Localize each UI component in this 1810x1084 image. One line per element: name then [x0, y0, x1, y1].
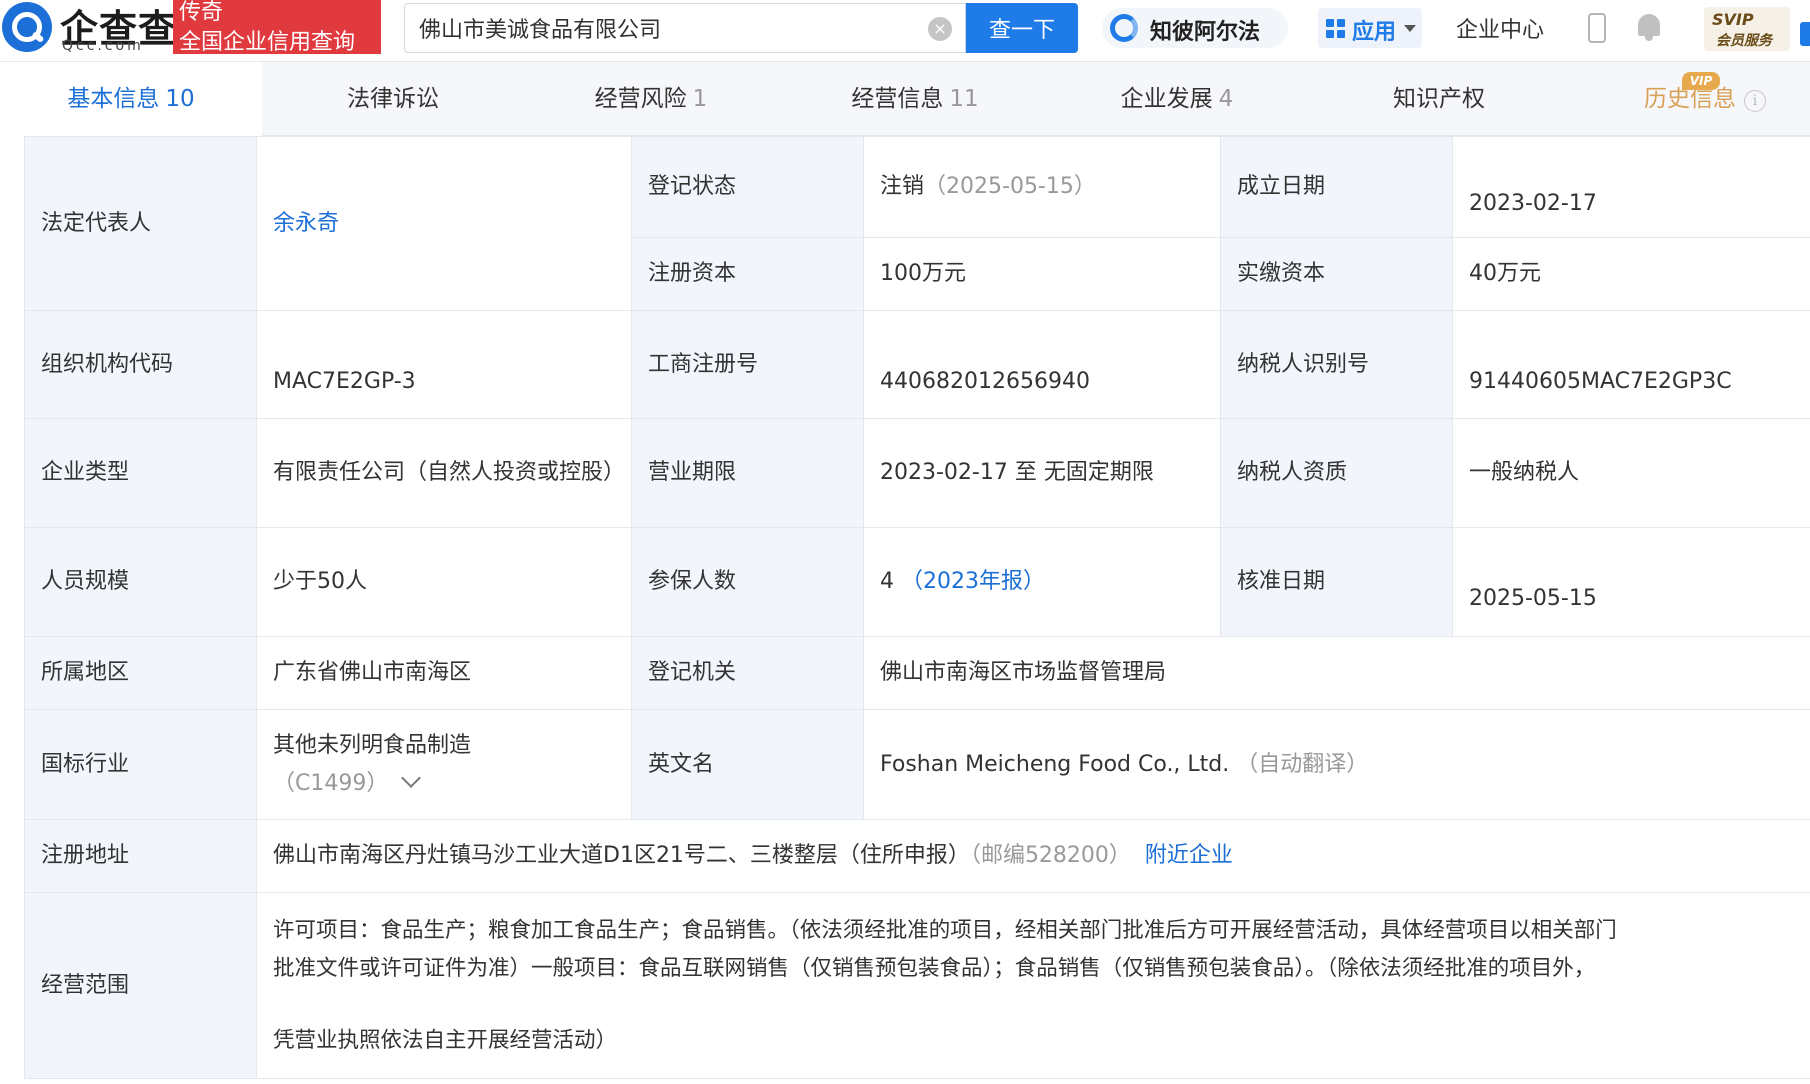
tab-basic-info[interactable]: 基本信息 10: [0, 62, 262, 136]
address-label: 注册地址: [24, 819, 257, 893]
reg-authority-label: 登记机关: [631, 636, 864, 710]
mobile-phone-icon[interactable]: [1588, 13, 1606, 43]
insured-report-link[interactable]: （2023年报）: [901, 569, 1045, 594]
info-icon[interactable]: i: [1744, 90, 1766, 112]
tab-legal[interactable]: 法律诉讼: [262, 62, 524, 136]
search-button[interactable]: 查一下: [966, 3, 1078, 53]
biz-reg-no-label: 工商注册号: [631, 310, 864, 419]
english-name-label: 英文名: [631, 709, 864, 820]
paid-capital-label: 实缴资本: [1220, 237, 1453, 311]
caret-down-icon: [1404, 25, 1416, 32]
reg-capital-value: 100万元: [863, 237, 1221, 311]
chevron-down-icon[interactable]: [401, 767, 422, 788]
scope-line-2: 批准文件或许可证件为准）一般项目：食品互联网销售（仅销售预包装食品）；食品销售（…: [273, 955, 1596, 981]
scope-cell: 许可项目：食品生产；粮食加工食品生产；食品销售。（依法须经批准的项目，经相关部门…: [256, 892, 1810, 1079]
reg-status-label: 登记状态: [631, 136, 864, 238]
zhibi-logo-icon: [1110, 14, 1138, 42]
bell-icon[interactable]: [1636, 12, 1662, 42]
clear-icon[interactable]: ×: [928, 17, 952, 41]
reg-status-value: 注销: [880, 174, 925, 199]
search-input[interactable]: [419, 12, 919, 44]
promo-line2: 全国企业信用查询: [179, 30, 356, 54]
insured-value: 4: [880, 569, 894, 594]
staff-size-label: 人员规模: [24, 527, 257, 637]
biz-term-value: 2023-02-17 至 无固定期限: [863, 418, 1221, 528]
approve-date-value: 2025-05-15: [1452, 527, 1810, 637]
nearby-companies-link[interactable]: 附近企业: [1145, 843, 1233, 868]
tab-risk[interactable]: 经营风险 1: [520, 62, 782, 136]
biz-term-label: 营业期限: [631, 418, 864, 528]
industry-value: 其他未列明食品制造: [273, 732, 472, 758]
logo-domain: Qcc.com: [62, 38, 144, 54]
promo-banner[interactable]: 传奇 全国企业信用查询: [173, 0, 381, 54]
biz-reg-no-value: 440682012656940: [863, 310, 1221, 419]
apps-grid-icon: [1326, 19, 1346, 39]
reg-capital-label: 注册资本: [631, 237, 864, 311]
reg-status-cell: 注销（2025-05-15）: [863, 136, 1221, 238]
org-code-label: 组织机构代码: [24, 310, 257, 419]
legal-rep-label: 法定代表人: [24, 136, 257, 311]
region-value: 广东省佛山市南海区: [256, 636, 632, 710]
company-type-label: 企业类型: [24, 418, 257, 528]
reg-authority-value: 佛山市南海区市场监督管理局: [863, 636, 1810, 710]
company-type-value: 有限责任公司（自然人投资或控股）: [256, 418, 632, 528]
zhibi-label: 知彼阿尔法: [1150, 20, 1261, 45]
apps-dropdown[interactable]: 应用: [1318, 8, 1422, 48]
taxpayer-id-label: 纳税人识别号: [1220, 310, 1453, 419]
taxpayer-qual-label: 纳税人资质: [1220, 418, 1453, 528]
found-date-label: 成立日期: [1220, 136, 1453, 238]
insured-cell: 4 （2023年报）: [863, 527, 1221, 637]
section-tabs: 基本信息 10 法律诉讼 经营风险 1 经营信息 11 企业发展 4 知识产权 历史信息…: [0, 62, 1810, 136]
address-value: 佛山市南海区丹灶镇马沙工业大道D1区21号二、三楼整层（住所申报）: [273, 843, 970, 868]
taxpayer-id-value: 91440605MAC7E2GP3C: [1452, 310, 1810, 419]
reg-status-date: （2025-05-15）: [924, 174, 1096, 199]
search-box: ×: [404, 3, 966, 53]
paid-capital-value: 40万元: [1452, 237, 1810, 311]
industry-cell: 其他未列明食品制造 （C1499）: [256, 709, 632, 820]
side-panel-tab[interactable]: [1800, 22, 1810, 46]
basic-info-table: 法定代表人 余永奇 登记状态 注销（2025-05-15） 成立日期 2023-…: [24, 136, 1810, 1079]
address-zip: （邮编528200）: [969, 843, 1131, 868]
taxpayer-qual-value: 一般纳税人: [1452, 418, 1810, 528]
svip-sublabel: 会员服务: [1716, 33, 1772, 49]
zhibi-alpha-button[interactable]: 知彼阿尔法: [1102, 8, 1288, 48]
address-cell: 佛山市南海区丹灶镇马沙工业大道D1区21号二、三楼整层（住所申报）（邮编5282…: [256, 819, 1810, 893]
industry-code: （C1499）: [273, 770, 389, 796]
english-name-note: （自动翻译）: [1236, 751, 1369, 777]
english-name-value: Foshan Meicheng Food Co., Ltd.: [880, 751, 1230, 777]
english-name-cell: Foshan Meicheng Food Co., Ltd. （自动翻译）: [863, 709, 1810, 820]
qcc-logo-icon[interactable]: [2, 2, 52, 52]
scope-line-3: 凭营业执照依法自主开展经营活动）: [273, 1027, 618, 1053]
org-code-value: MAC7E2GP-3: [256, 310, 632, 419]
approve-date-label: 核准日期: [1220, 527, 1453, 637]
region-label: 所属地区: [24, 636, 257, 710]
apps-label: 应用: [1352, 20, 1397, 45]
enterprise-center-link[interactable]: 企业中心: [1456, 12, 1544, 44]
found-date-value: 2023-02-17: [1452, 136, 1810, 238]
insured-label: 参保人数: [631, 527, 864, 637]
top-header: 企查查 Qcc.com 传奇 全国企业信用查询 × 查一下 知彼阿尔法 应用 企…: [0, 0, 1810, 62]
legal-rep-value: 余永奇: [256, 136, 632, 311]
tab-development[interactable]: 企业发展 4: [1046, 62, 1308, 136]
svip-button[interactable]: SVIP 会员服务: [1704, 7, 1790, 51]
staff-size-value: 少于50人: [256, 527, 632, 637]
promo-line1: 传奇: [179, 0, 224, 25]
svip-label: SVIP: [1712, 10, 1754, 29]
tab-operation[interactable]: 经营信息 11: [784, 62, 1046, 136]
industry-label: 国标行业: [24, 709, 257, 820]
tab-ip[interactable]: 知识产权: [1308, 62, 1570, 136]
scope-line-1: 许可项目：食品生产；粮食加工食品生产；食品销售。（依法须经批准的项目，经相关部门…: [273, 917, 1617, 943]
vip-badge: VIP: [1682, 72, 1720, 90]
scope-label: 经营范围: [24, 892, 257, 1079]
legal-rep-link[interactable]: 余永奇: [273, 211, 339, 236]
